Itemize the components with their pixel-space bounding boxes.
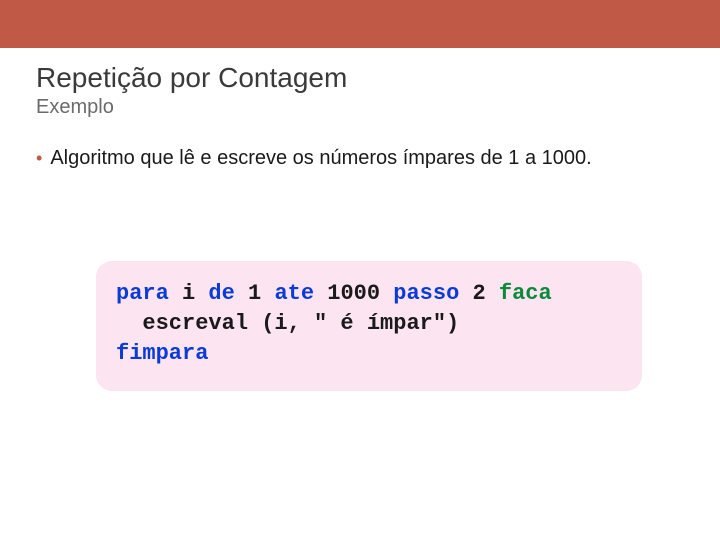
code-line: escreval (i, " é ímpar") (116, 311, 459, 336)
slide-subtitle: Exemplo (36, 96, 684, 119)
keyword-de: de (208, 281, 234, 306)
code-seg: 1000 (314, 281, 393, 306)
keyword-para: para (116, 281, 169, 306)
bullet-text: Algoritmo que lê e escreve os números ím… (50, 145, 591, 171)
code-block: para i de 1 ate 1000 passo 2 faca escrev… (96, 261, 642, 391)
header-bar (0, 0, 720, 48)
keyword-passo: passo (393, 281, 459, 306)
keyword-fimpara: fimpara (116, 341, 208, 366)
code-seg: 2 (459, 281, 499, 306)
bullet-dot-icon: • (36, 145, 42, 171)
keyword-faca: faca (499, 281, 552, 306)
slide-title: Repetição por Contagem (36, 62, 684, 94)
slide-content: Repetição por Contagem Exemplo • Algorit… (0, 48, 720, 391)
code-seg: 1 (235, 281, 275, 306)
code-seg: i (169, 281, 209, 306)
bullet-item: • Algoritmo que lê e escreve os números … (36, 145, 684, 171)
keyword-ate: ate (274, 281, 314, 306)
